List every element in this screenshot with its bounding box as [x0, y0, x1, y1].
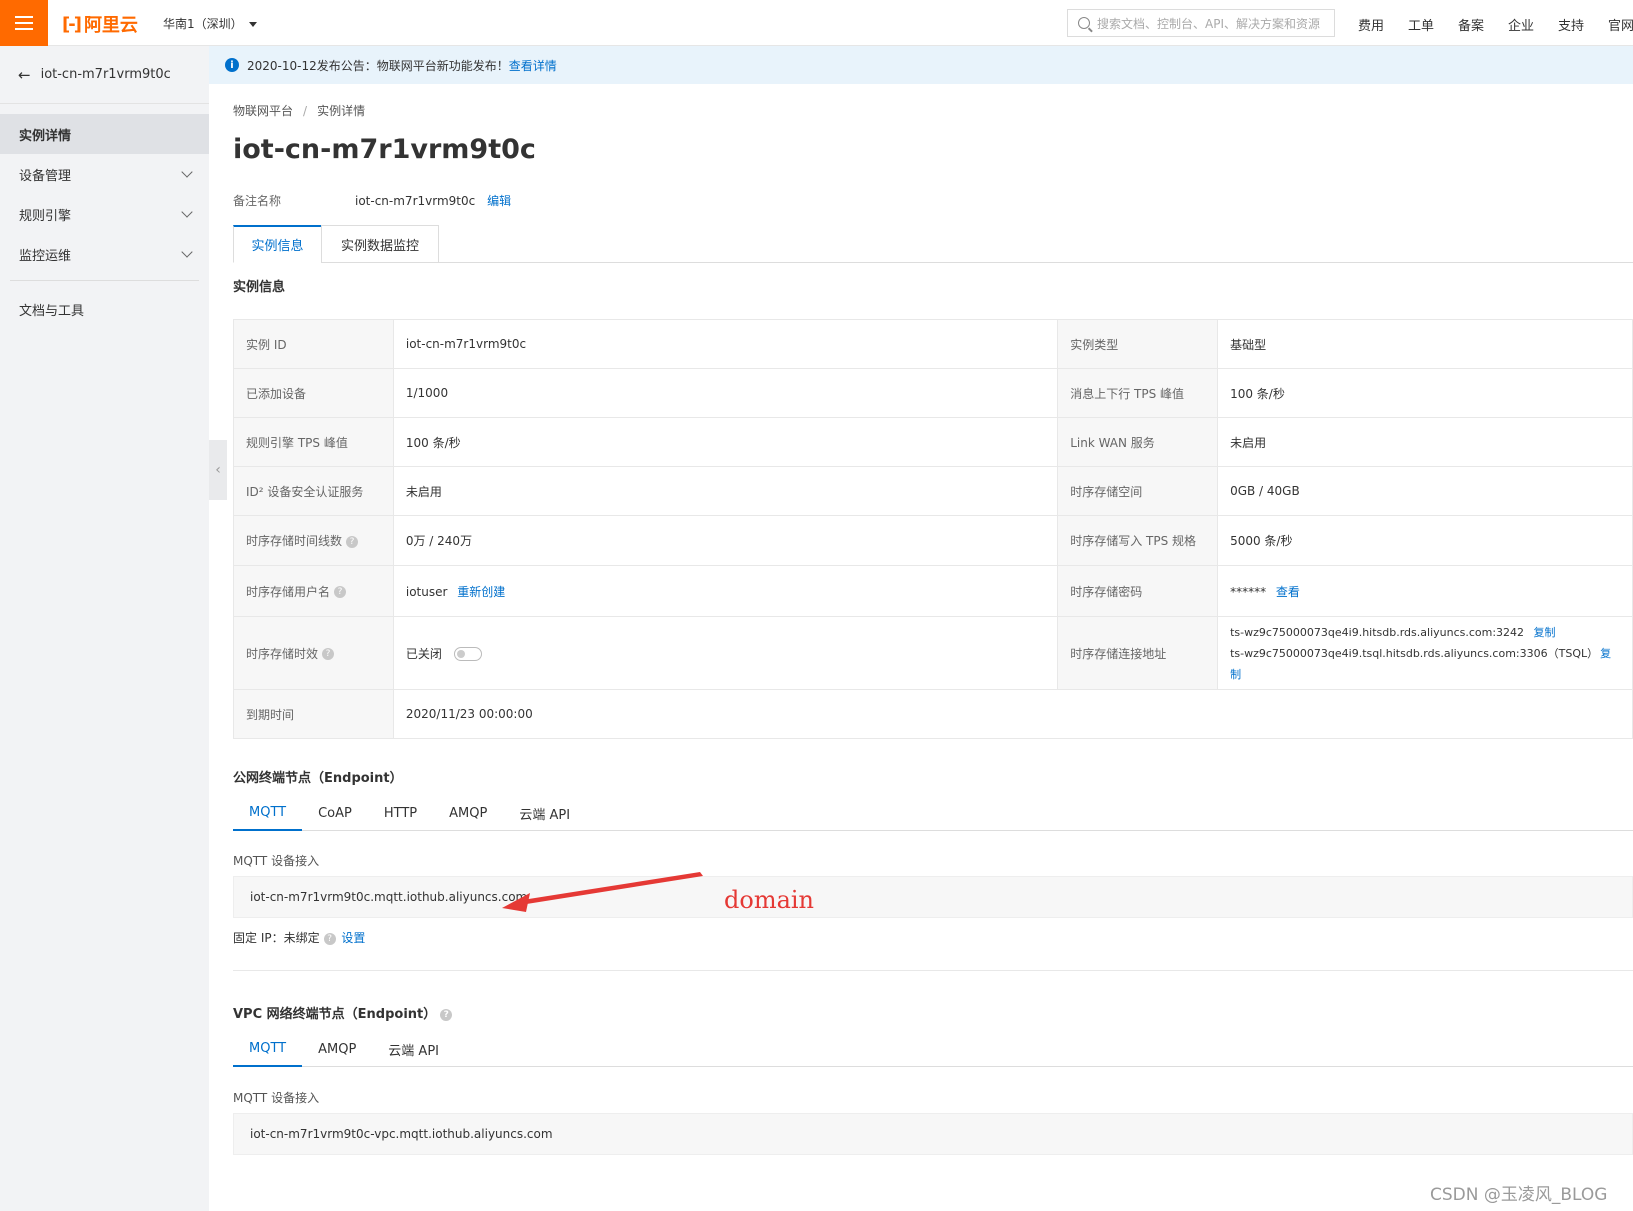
watermark: CSDN @玉凌风_BLOG — [1430, 1185, 1608, 1205]
annotation-label: domain — [724, 886, 815, 914]
annotation-arrow — [502, 872, 703, 912]
